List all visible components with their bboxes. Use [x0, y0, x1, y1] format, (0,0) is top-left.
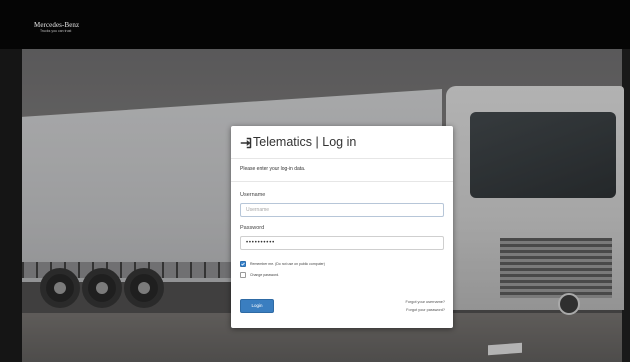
login-button[interactable]: Login	[240, 299, 274, 313]
brand-logo[interactable]: Mercedes-Benz Trucks you can trust	[34, 21, 79, 34]
remember-me-option[interactable]: Remember me. (Do not use on public compu…	[240, 260, 325, 268]
password-input[interactable]	[240, 236, 444, 250]
login-card: Telematics | Log in Please enter your lo…	[231, 126, 453, 328]
login-instructions: Please enter your log-in data.	[240, 166, 306, 172]
top-header: Mercedes-Benz Trucks you can trust	[0, 0, 630, 49]
sign-in-icon	[240, 137, 252, 149]
change-password-label: Change password.	[250, 272, 280, 277]
password-label: Password	[240, 225, 265, 231]
login-card-header: Telematics | Log in	[231, 126, 453, 159]
username-input[interactable]	[240, 203, 444, 217]
remember-me-label: Remember me. (Do not use on public compu…	[250, 261, 325, 266]
change-password-checkbox[interactable]	[240, 272, 246, 278]
brand-tagline: Trucks you can trust	[40, 29, 72, 33]
forgot-password-link[interactable]: Forgot your password?	[406, 308, 445, 313]
checkmark-icon	[241, 262, 245, 266]
username-label: Username	[240, 192, 266, 198]
change-password-option[interactable]: Change password.	[240, 271, 279, 279]
login-subtitle-bar: Please enter your log-in data.	[231, 159, 453, 182]
forgot-username-link[interactable]: Forgot your username?	[406, 300, 445, 305]
brand-name: Mercedes-Benz	[34, 21, 80, 29]
remember-me-checkbox[interactable]	[240, 261, 246, 267]
login-title: Telematics | Log in	[253, 135, 357, 149]
